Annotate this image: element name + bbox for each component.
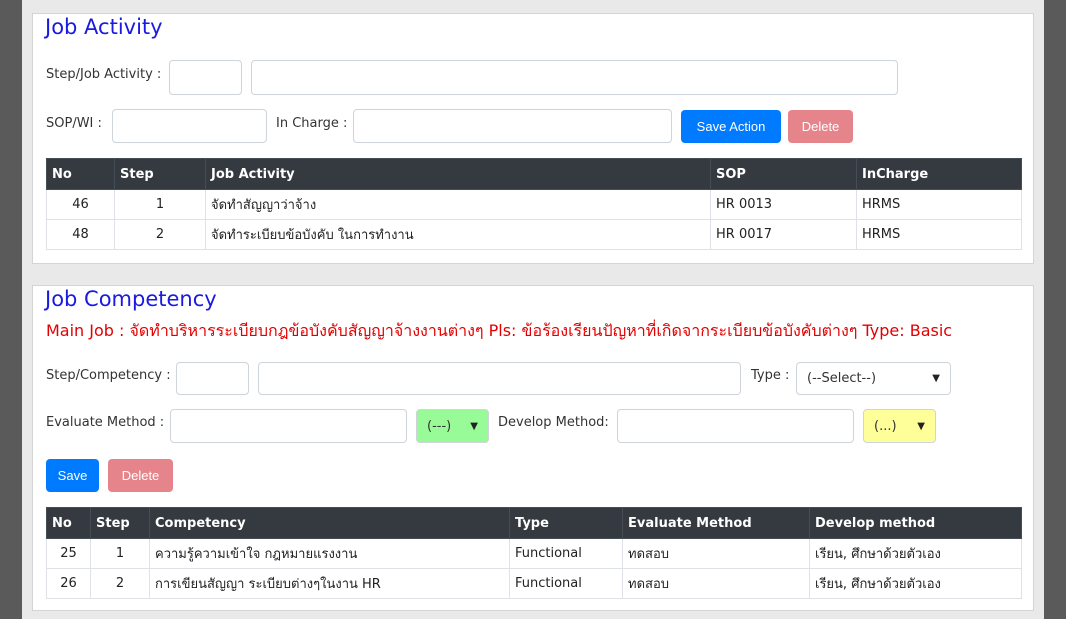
competency-input[interactable] xyxy=(258,362,741,395)
chevron-down-icon: ▼ xyxy=(932,373,940,384)
in-charge-input[interactable] xyxy=(353,109,672,143)
sop-wi-label: SOP/WI : xyxy=(46,116,102,131)
cell-evaluate-method: ทดสอบ xyxy=(622,538,810,569)
step-competency-label: Step/Competency : xyxy=(46,368,171,383)
cell-sop: HR 0013 xyxy=(710,189,857,220)
delete-competency-button[interactable]: Delete xyxy=(108,459,173,492)
type-select[interactable]: (--Select--) ▼ xyxy=(796,362,951,395)
cell-no: 26 xyxy=(46,568,91,599)
cell-no: 25 xyxy=(46,538,91,569)
develop-method-label: Develop Method: xyxy=(498,415,609,430)
column-header-no[interactable]: No xyxy=(46,158,115,190)
job-competency-title: Job Competency xyxy=(45,287,217,311)
cell-job-activity: จัดทำสัญญาว่าจ้าง xyxy=(205,189,711,220)
competency-step-input[interactable] xyxy=(176,362,249,395)
delete-activity-button[interactable]: Delete xyxy=(788,110,853,143)
evaluate-select-value: (---) xyxy=(427,418,452,434)
column-header-step[interactable]: Step xyxy=(114,158,206,190)
cell-incharge: HRMS xyxy=(856,189,1022,220)
column-header-incharge[interactable]: InCharge xyxy=(856,158,1022,190)
develop-method-select[interactable]: (...) ▼ xyxy=(863,409,936,443)
cell-type: Functional xyxy=(509,568,623,599)
cell-step: 1 xyxy=(114,189,206,220)
cell-type: Functional xyxy=(509,538,623,569)
column-header-sop[interactable]: SOP xyxy=(710,158,857,190)
table-row[interactable]: 25 1 ความรู้ความเข้าใจ กฎหมายแรงงาน Func… xyxy=(46,538,1022,569)
column-header-develop-method[interactable]: Develop method xyxy=(809,507,1022,539)
in-charge-label: In Charge : xyxy=(276,116,348,131)
step-number-input[interactable] xyxy=(169,60,242,95)
cell-step: 1 xyxy=(90,538,150,569)
cell-competency: ความรู้ความเข้าใจ กฎหมายแรงงาน xyxy=(149,538,510,569)
cell-incharge: HRMS xyxy=(856,219,1022,250)
table-header-row: No Step Job Activity SOP InCharge xyxy=(46,158,1022,190)
job-activity-panel: Job Activity Step/Job Activity : SOP/WI … xyxy=(32,13,1034,264)
chevron-down-icon: ▼ xyxy=(917,420,925,432)
job-activity-input[interactable] xyxy=(251,60,898,95)
job-activity-title: Job Activity xyxy=(45,15,163,39)
step-job-activity-label: Step/Job Activity : xyxy=(46,67,162,82)
type-select-value: (--Select--) xyxy=(807,371,877,386)
column-header-step[interactable]: Step xyxy=(90,507,150,539)
job-competency-panel: Job Competency Main Job : จัดทำบริหารระเ… xyxy=(32,285,1034,611)
column-header-job-activity[interactable]: Job Activity xyxy=(205,158,711,190)
right-page-shadow xyxy=(1044,0,1066,619)
cell-step: 2 xyxy=(114,219,206,250)
cell-develop-method: เรียน, ศึกษาด้วยตัวเอง xyxy=(809,568,1022,599)
job-activity-table: No Step Job Activity SOP InCharge 46 1 จ… xyxy=(46,158,1022,250)
table-row[interactable]: 48 2 จัดทำระเบียบข้อบังคับ ในการทำงาน HR… xyxy=(46,219,1022,250)
cell-step: 2 xyxy=(90,568,150,599)
save-action-button[interactable]: Save Action xyxy=(681,110,781,143)
table-row[interactable]: 26 2 การเขียนสัญญา ระเบียบต่างๆในงาน HR … xyxy=(46,568,1022,599)
evaluate-method-input[interactable] xyxy=(170,409,407,443)
column-header-no[interactable]: No xyxy=(46,507,91,539)
develop-method-input[interactable] xyxy=(617,409,854,443)
table-header-row: No Step Competency Type Evaluate Method … xyxy=(46,507,1022,539)
cell-develop-method: เรียน, ศึกษาด้วยตัวเอง xyxy=(809,538,1022,569)
develop-select-value: (...) xyxy=(874,418,897,434)
cell-sop: HR 0017 xyxy=(710,219,857,250)
sop-wi-input[interactable] xyxy=(112,109,267,143)
column-header-evaluate-method[interactable]: Evaluate Method xyxy=(622,507,810,539)
table-row[interactable]: 46 1 จัดทำสัญญาว่าจ้าง HR 0013 HRMS xyxy=(46,189,1022,220)
type-label: Type : xyxy=(751,368,790,383)
evaluate-method-label: Evaluate Method : xyxy=(46,415,165,430)
save-competency-button[interactable]: Save xyxy=(46,459,99,492)
chevron-down-icon: ▼ xyxy=(470,420,478,432)
column-header-type[interactable]: Type xyxy=(509,507,623,539)
main-job-subtitle: Main Job : จัดทำบริหารระเบียบกฎข้อบังคับ… xyxy=(46,321,953,340)
cell-competency: การเขียนสัญญา ระเบียบต่างๆในงาน HR xyxy=(149,568,510,599)
job-competency-table: No Step Competency Type Evaluate Method … xyxy=(46,507,1022,599)
evaluate-method-select[interactable]: (---) ▼ xyxy=(416,409,489,443)
cell-job-activity: จัดทำระเบียบข้อบังคับ ในการทำงาน xyxy=(205,219,711,250)
cell-no: 48 xyxy=(46,219,115,250)
cell-evaluate-method: ทดสอบ xyxy=(622,568,810,599)
column-header-competency[interactable]: Competency xyxy=(149,507,510,539)
cell-no: 46 xyxy=(46,189,115,220)
left-page-shadow xyxy=(0,0,22,619)
